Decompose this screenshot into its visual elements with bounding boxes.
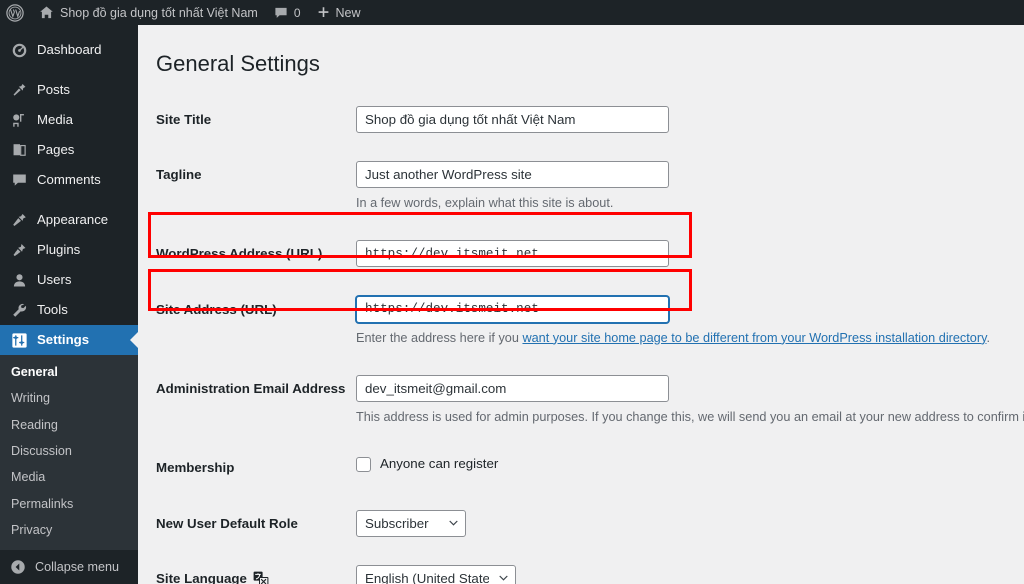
sidebar-item-settings[interactable]: Settings bbox=[0, 325, 138, 355]
tools-wrench-icon bbox=[13, 303, 27, 317]
main-content: General Settings Site Title Tagline In a… bbox=[138, 25, 1024, 584]
site-title-input[interactable] bbox=[356, 105, 669, 133]
appearance-brush-icon bbox=[13, 213, 26, 226]
site-address-description-suffix: . bbox=[986, 330, 991, 345]
settings-submenu: General Writing Reading Discussion Media… bbox=[0, 355, 138, 550]
new-label: New bbox=[335, 5, 361, 20]
membership-checkbox-row[interactable]: Anyone can register bbox=[356, 454, 1024, 474]
admin-email-description: This address is used for admin purposes.… bbox=[356, 409, 1024, 424]
comments-count: 0 bbox=[293, 5, 301, 20]
form-row-site-title: Site Title bbox=[156, 92, 1024, 147]
admin-bar: Shop đồ gia dụng tốt nhất Việt Nam 0 New bbox=[0, 0, 1024, 25]
collapse-menu-label: Collapse menu bbox=[35, 560, 120, 574]
sidebar-item-users[interactable]: Users bbox=[0, 265, 138, 295]
general-settings-form: Site Title Tagline In a few words, expla… bbox=[156, 92, 1024, 584]
site-title-label: Site Title bbox=[156, 111, 212, 127]
dashboard-icon bbox=[12, 43, 27, 57]
collapse-menu-button[interactable]: Collapse menu bbox=[0, 550, 138, 584]
menu-top-gap bbox=[0, 25, 138, 35]
admin-email-label: Administration Email Address bbox=[156, 380, 346, 396]
site-language-select[interactable]: English (United States) bbox=[356, 564, 516, 584]
sidebar-item-label: Dashboard bbox=[37, 42, 102, 58]
collapse-arrow-icon bbox=[11, 560, 25, 574]
form-row-admin-email: Administration Email Address This addres… bbox=[156, 361, 1024, 440]
site-name-label: Shop đồ gia dụng tốt nhất Việt Nam bbox=[60, 5, 258, 20]
media-icon bbox=[13, 113, 24, 127]
sidebar-item-label: Tools bbox=[37, 302, 68, 318]
form-row-wordpress-address: WordPress Address (URL) bbox=[156, 226, 1024, 281]
wp-logo-menu-item[interactable] bbox=[0, 0, 31, 25]
plus-icon bbox=[318, 7, 328, 17]
site-language-select-wrapper: English (United States) bbox=[356, 564, 516, 584]
site-language-label-wrapper: Site Language bbox=[156, 570, 269, 584]
sidebar-item-label: Media bbox=[37, 112, 73, 128]
translation-flag-icon bbox=[253, 571, 269, 584]
sidebar-item-dashboard[interactable]: Dashboard bbox=[0, 35, 138, 65]
sidebar-item-label: Pages bbox=[37, 142, 75, 158]
site-language-label: Site Language bbox=[156, 570, 247, 584]
sidebar-item-comments[interactable]: Comments bbox=[0, 165, 138, 195]
home-icon bbox=[40, 6, 53, 19]
sidebar-subitem-media[interactable]: Media bbox=[0, 464, 138, 490]
wordpress-logo-icon bbox=[6, 3, 24, 22]
sidebar-subitem-writing[interactable]: Writing bbox=[0, 385, 138, 411]
menu-separator-2 bbox=[0, 195, 138, 205]
posts-pin-icon bbox=[13, 83, 26, 96]
site-address-input[interactable] bbox=[356, 295, 669, 323]
settings-sliders-icon bbox=[12, 332, 27, 348]
sidebar-item-posts[interactable]: Posts bbox=[0, 75, 138, 105]
sidebar-item-appearance[interactable]: Appearance bbox=[0, 205, 138, 235]
form-row-tagline: Tagline In a few words, explain what thi… bbox=[156, 147, 1024, 226]
sidebar-item-pages[interactable]: Pages bbox=[0, 135, 138, 165]
wordpress-address-label: WordPress Address (URL) bbox=[156, 246, 323, 262]
sidebar-item-plugins[interactable]: Plugins bbox=[0, 235, 138, 265]
menu-separator-1 bbox=[0, 65, 138, 75]
admin-email-input[interactable] bbox=[356, 374, 669, 402]
form-row-site-language: Site Language English (United States) bbox=[156, 551, 1024, 584]
page-title: General Settings bbox=[156, 51, 320, 76]
new-user-default-role-select[interactable]: Subscriber bbox=[356, 509, 466, 537]
site-address-description: Enter the address here if you want your … bbox=[356, 329, 1024, 347]
form-row-new-user-default-role: New User Default Role Subscriber bbox=[156, 496, 1024, 551]
comments-menu-item[interactable]: 0 bbox=[266, 0, 309, 25]
anyone-can-register-checkbox[interactable] bbox=[356, 456, 371, 472]
sidebar-item-label: Plugins bbox=[37, 242, 81, 258]
site-address-description-link[interactable]: want your site home page to be different… bbox=[522, 331, 986, 345]
sidebar-subitem-privacy[interactable]: Privacy bbox=[0, 517, 138, 543]
site-name-menu-item[interactable]: Shop đồ gia dụng tốt nhất Việt Nam bbox=[31, 0, 266, 25]
sidebar-item-label: Posts bbox=[37, 82, 70, 98]
site-address-description-prefix: Enter the address here if you bbox=[356, 330, 523, 345]
site-address-label: Site Address (URL) bbox=[156, 301, 277, 317]
sidebar-item-label: Appearance bbox=[37, 212, 109, 228]
tagline-input[interactable] bbox=[356, 160, 669, 188]
sidebar-item-label: Users bbox=[37, 272, 72, 288]
tagline-label: Tagline bbox=[156, 166, 202, 182]
comment-bubble-icon bbox=[275, 7, 287, 18]
sidebar-subitem-permalinks[interactable]: Permalinks bbox=[0, 491, 138, 517]
plugins-plug-icon bbox=[13, 243, 26, 256]
membership-label: Membership bbox=[156, 460, 235, 476]
sidebar-item-label: Comments bbox=[37, 172, 101, 188]
sidebar-item-label: Settings bbox=[37, 332, 90, 348]
form-row-site-address: Site Address (URL) Enter the address her… bbox=[156, 282, 1024, 361]
new-content-menu-item[interactable]: New bbox=[309, 0, 369, 25]
sidebar-subitem-discussion[interactable]: Discussion bbox=[0, 438, 138, 464]
sidebar-subitem-reading[interactable]: Reading bbox=[0, 412, 138, 438]
sidebar-subitem-general[interactable]: General bbox=[0, 359, 138, 385]
sidebar-item-media[interactable]: Media bbox=[0, 105, 138, 135]
new-user-default-role-select-wrapper: Subscriber bbox=[356, 509, 466, 537]
wordpress-address-input[interactable] bbox=[356, 240, 669, 268]
form-row-membership: Membership Anyone can register bbox=[156, 440, 1024, 495]
new-user-default-role-label: New User Default Role bbox=[156, 515, 298, 531]
comments-icon bbox=[13, 174, 26, 186]
anyone-can-register-label: Anyone can register bbox=[380, 456, 499, 472]
sidebar-item-tools[interactable]: Tools bbox=[0, 295, 138, 325]
admin-sidebar: Dashboard Posts Media Pages Comments App… bbox=[0, 25, 138, 584]
tagline-description: In a few words, explain what this site i… bbox=[356, 195, 614, 210]
pages-icon bbox=[13, 143, 26, 156]
users-icon bbox=[13, 273, 26, 286]
